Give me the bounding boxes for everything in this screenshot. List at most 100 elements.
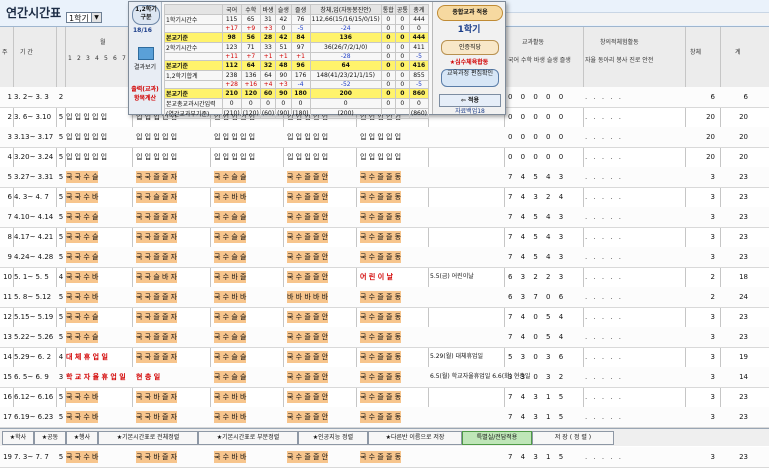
event-button[interactable]: ★행사 (66, 431, 98, 445)
day-cell[interactable]: 대 체 휴 업 일 (66, 351, 108, 363)
day-cell[interactable]: 국 국 수 바 (66, 291, 99, 303)
day-cell[interactable]: 국 국 바 즐 자 (136, 411, 178, 423)
day-cell[interactable]: 국 국 수 바 (66, 411, 99, 423)
day-cell[interactable]: 국 수 즐 즐 동 (360, 351, 402, 363)
day-cell[interactable]: 국 수 즐 즐 동 (360, 191, 402, 203)
day-cell[interactable]: 국 국 즐 즐 자 (136, 331, 178, 343)
day-cell[interactable]: 국 수 즐 즐 동 (360, 391, 402, 403)
day-cell[interactable]: 국 수 바 바 (214, 451, 247, 463)
day-cell[interactable]: 국 국 수 바 (66, 191, 99, 203)
day-cell[interactable]: 국 국 즐 즐 자 (136, 311, 178, 323)
semester-select[interactable]: 1학기 ▼ (66, 12, 102, 23)
show-result-button[interactable]: 결과보기 (131, 62, 159, 71)
day-cell[interactable]: 국 국 수 바 (66, 391, 99, 403)
day-cell[interactable]: 입 입 입 입 입 (136, 151, 177, 163)
save-sort-button[interactable]: 저 장 ( 정 렬 ) (532, 431, 614, 445)
day-cell[interactable]: 국 수 즐 즐 안 (287, 211, 329, 223)
day-cell[interactable]: 국 수 바 즐 (214, 271, 247, 283)
day-cell[interactable]: 입 입 입 입 입 (136, 131, 177, 143)
day-cell[interactable]: 국 수 즐 즐 동 (360, 171, 402, 183)
day-cell[interactable]: 국 수 즐 즐 안 (287, 351, 329, 363)
day-cell[interactable]: 국 수 슬 슬 (214, 351, 247, 363)
book-icon[interactable] (138, 47, 154, 60)
day-cell[interactable]: 국 수 즐 즐 안 (287, 331, 329, 343)
day-cell[interactable]: 국 수 즐 즐 동 (360, 371, 402, 383)
day-cell[interactable]: 국 국 수 바 (66, 271, 99, 283)
day-cell[interactable]: 국 수 슬 슬 (214, 171, 247, 183)
day-cell[interactable]: 입 입 입 입 입 (360, 151, 401, 163)
print-calc-button[interactable]: 출력(교과) 항목계산 (131, 84, 159, 102)
day-cell[interactable]: 입 입 입 입 입 (66, 111, 107, 123)
day-cell[interactable]: 국 국 수 슬 (66, 331, 99, 343)
day-cell[interactable]: 국 국 즐 즐 자 (136, 251, 178, 263)
day-cell[interactable]: 국 국 즐 즐 자 (136, 171, 178, 183)
day-cell[interactable]: 국 수 즐 즐 동 (360, 231, 402, 243)
day-cell[interactable]: 바 바 바 바 바 (287, 291, 329, 303)
day-cell[interactable]: 국 국 수 슬 (66, 251, 99, 263)
day-cell[interactable]: 학 교 자 율 휴 업 일 (66, 371, 126, 383)
day-cell[interactable]: 국 수 바 바 (214, 291, 247, 303)
day-cell[interactable]: 국 수 즐 즐 동 (360, 291, 402, 303)
day-cell[interactable]: 현 충 일 (136, 371, 160, 383)
day-cell[interactable]: 국 국 수 슬 (66, 171, 99, 183)
day-cell[interactable]: 국 수 즐 즐 안 (287, 191, 329, 203)
day-cell[interactable]: 국 수 즐 즐 안 (287, 231, 329, 243)
day-cell[interactable]: 국 수 슬 슬 (214, 211, 247, 223)
day-cell[interactable]: 국 수 슬 슬 (214, 331, 247, 343)
day-cell[interactable]: 입 입 입 입 입 (66, 131, 107, 143)
cell-days: 3 (58, 373, 64, 381)
day-cell[interactable]: 국 수 슬 슬 (214, 311, 247, 323)
day-cell[interactable]: 국 국 수 슬 (66, 231, 99, 243)
sort-all-button[interactable]: ★기본시간표로 전체정렬 (98, 431, 198, 445)
chevron-down-icon[interactable]: ▼ (91, 13, 101, 22)
special-room-button[interactable]: 특별실/전담적용 (462, 431, 532, 445)
cert-button[interactable]: 인증직당 (441, 40, 499, 55)
sort-partial-button[interactable]: ★기본시간표로 부분정렬 (198, 431, 298, 445)
day-cell[interactable]: 국 국 바 즐 자 (136, 451, 178, 463)
save-other-class-button[interactable]: ★다른반 이름으로 저장 (368, 431, 462, 445)
day-cell[interactable]: 국 국 바 즐 자 (136, 391, 178, 403)
half-toggle-button[interactable]: 1,2학기 구분 (132, 5, 160, 25)
day-cell[interactable]: 입 입 입 입 입 (287, 151, 328, 163)
day-cell[interactable]: 국 수 슬 슬 (214, 251, 247, 263)
day-cell[interactable]: 국 수 슬 슬 (214, 371, 247, 383)
day-cell[interactable]: 국 국 즐 즐 자 (136, 291, 178, 303)
day-cell[interactable]: 입 입 입 입 입 (66, 151, 107, 163)
day-cell[interactable]: 국 국 슬 바 자 (136, 271, 178, 283)
day-cell[interactable]: 국 수 즐 즐 안 (287, 371, 329, 383)
day-cell[interactable]: 국 수 즐 즐 동 (360, 211, 402, 223)
day-cell[interactable]: 국 수 바 바 (214, 411, 247, 423)
day-cell[interactable]: 국 수 즐 즐 안 (287, 251, 329, 263)
day-cell[interactable]: 국 수 즐 즐 동 (360, 311, 402, 323)
apply-integrated-button[interactable]: 종합교과 적용 (437, 5, 503, 21)
day-cell[interactable]: 국 국 슬 즐 자 (136, 191, 178, 203)
day-cell[interactable]: 입 입 입 입 입 (360, 131, 401, 143)
ai-sort-button[interactable]: ★인공지능 정렬 (298, 431, 368, 445)
day-cell[interactable]: 입 입 입 입 입 (287, 131, 328, 143)
day-cell[interactable]: 국 수 즐 즐 안 (287, 171, 329, 183)
timetable-button[interactable]: ★학사 (2, 431, 34, 445)
day-cell[interactable]: 국 국 즐 즐 자 (136, 211, 178, 223)
day-cell[interactable]: 국 수 바 바 (214, 191, 247, 203)
day-cell[interactable]: 국 국 즐 즐 자 (136, 231, 178, 243)
day-cell[interactable]: 국 국 즐 즐 자 (136, 351, 178, 363)
day-cell[interactable]: 국 수 즐 즐 안 (287, 451, 329, 463)
day-cell[interactable]: 국 수 즐 즐 동 (360, 411, 402, 423)
curriculum-check-button[interactable]: 교육과정 편집확인 (441, 69, 499, 87)
day-cell[interactable]: 국 수 즐 즐 동 (360, 251, 402, 263)
day-cell[interactable]: 입 입 입 입 입 (214, 151, 255, 163)
day-cell[interactable]: 국 수 즐 즐 안 (287, 411, 329, 423)
day-cell[interactable]: 국 수 즐 즐 안 (287, 311, 329, 323)
day-cell[interactable]: 입 입 입 입 입 (214, 131, 255, 143)
day-cell[interactable]: 국 국 수 바 (66, 451, 99, 463)
day-cell[interactable]: 국 수 즐 즐 동 (360, 331, 402, 343)
day-cell[interactable]: 국 수 즐 즐 동 (360, 451, 402, 463)
day-cell[interactable]: 국 수 즐 즐 안 (287, 391, 329, 403)
day-cell[interactable]: 국 국 수 슬 (66, 211, 99, 223)
day-cell[interactable]: 국 국 수 슬 (66, 311, 99, 323)
day-cell[interactable]: 어 린 이 날 (360, 271, 393, 283)
day-cell[interactable]: 국 수 바 바 (214, 391, 247, 403)
common-button[interactable]: ★공동 (34, 431, 66, 445)
day-cell[interactable]: 국 수 즐 즐 안 (287, 271, 329, 283)
day-cell[interactable]: 국 수 슬 슬 (214, 231, 247, 243)
